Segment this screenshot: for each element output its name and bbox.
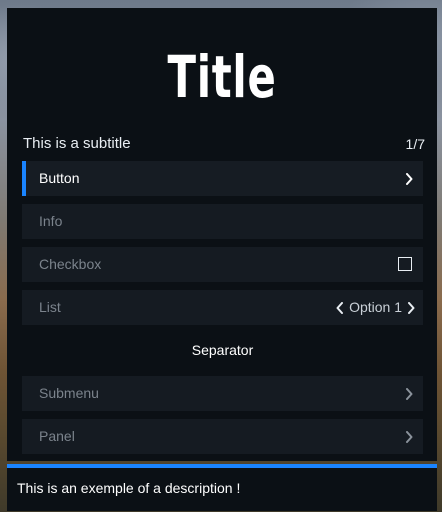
- menu-item-list[interactable]: List Option 1: [22, 290, 423, 325]
- menu-item-label: Checkbox: [39, 256, 102, 272]
- menu-item-panel[interactable]: Panel: [22, 419, 423, 454]
- menu-item-label: Panel: [39, 428, 75, 444]
- menu-item-info[interactable]: Info: [22, 204, 423, 239]
- menu-item-button[interactable]: Button: [22, 161, 423, 196]
- chevron-right-icon: [404, 376, 414, 411]
- menu-item-label: Button: [39, 170, 80, 186]
- menu-title: Title: [167, 43, 277, 111]
- menu-separator: Separator: [191, 342, 254, 358]
- menu-item-submenu[interactable]: Submenu: [22, 376, 423, 411]
- chevron-right-icon[interactable]: [407, 301, 415, 314]
- menu-item-label: Submenu: [39, 385, 99, 401]
- item-counter: 1/7: [405, 136, 425, 152]
- description-box: This is an exemple of a description !: [7, 468, 437, 511]
- chevron-right-icon: [404, 419, 414, 454]
- menu-item-label: List: [39, 299, 61, 315]
- list-value: Option 1: [349, 299, 402, 315]
- menu-subtitle: This is a subtitle: [23, 135, 131, 152]
- subtitle-row: This is a subtitle 1/7: [23, 134, 425, 154]
- chevron-right-icon: [404, 161, 414, 196]
- checkbox-icon[interactable]: [398, 257, 412, 271]
- menu: Title This is a subtitle 1/7 Button Info: [7, 8, 437, 511]
- menu-item-checkbox[interactable]: Checkbox: [22, 247, 423, 282]
- list-selector[interactable]: Option 1: [336, 290, 415, 325]
- menu-item-label: Info: [39, 213, 63, 229]
- menu-main-panel: Title This is a subtitle 1/7 Button Info: [7, 8, 437, 461]
- chevron-left-icon[interactable]: [336, 301, 344, 314]
